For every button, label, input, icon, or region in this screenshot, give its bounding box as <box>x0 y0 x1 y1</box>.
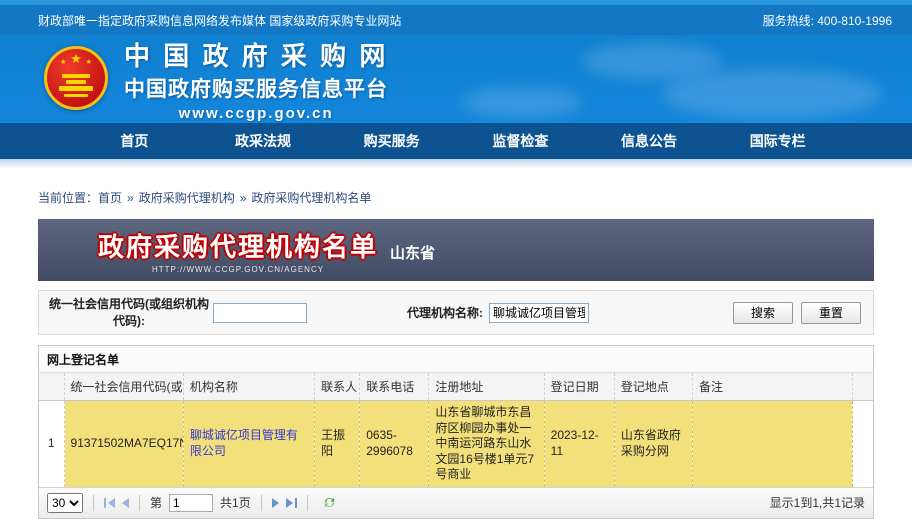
page-size-select[interactable]: 30 <box>47 493 83 513</box>
divider <box>307 495 308 511</box>
reset-button[interactable]: 重置 <box>801 302 861 324</box>
nav-item-supervision[interactable]: 监督检查 <box>456 131 585 151</box>
agency-table: 统一社会信用代码(或组织 机构名称 联系人 联系电话 注册地址 登记日期 登记地… <box>39 373 873 488</box>
cell-phone: 0635-2996078 <box>360 401 429 488</box>
col-contact: 联系人 <box>315 373 360 401</box>
main-nav: 首页 政采法规 购买服务 监督检查 信息公告 国际专栏 <box>0 123 912 159</box>
col-reg-date: 登记日期 <box>544 373 614 401</box>
cloud-decoration <box>582 43 722 79</box>
breadcrumb-home[interactable]: 首页 <box>98 191 122 205</box>
search-button[interactable]: 搜索 <box>733 302 793 324</box>
emblem-star-icon: ★ <box>60 59 66 66</box>
last-page-button[interactable] <box>286 498 297 508</box>
breadcrumb-agency[interactable]: 政府采购代理机构 <box>139 191 235 205</box>
refresh-icon <box>322 495 337 510</box>
col-agency-name: 机构名称 <box>183 373 314 401</box>
banner-region: 山东省 <box>390 242 435 263</box>
breadcrumb-separator: » <box>240 191 247 205</box>
emblem-star-icon: ★ <box>86 59 92 66</box>
col-address: 注册地址 <box>429 373 544 401</box>
site-titles: 中 国 政 府 采 购 网 中国政府购买服务信息平台 www.ccgp.gov.… <box>124 42 388 122</box>
prev-page-icon <box>122 498 129 508</box>
next-page-button[interactable] <box>272 498 279 508</box>
cloud-decoration <box>662 69 882 119</box>
nav-item-announcements[interactable]: 信息公告 <box>585 131 714 151</box>
site-title: 中 国 政 府 采 购 网 <box>124 42 388 71</box>
prev-page-button[interactable] <box>122 498 129 508</box>
page-prefix-label: 第 <box>150 494 162 511</box>
site-header: ★ ★ ★ 中 国 政 府 采 购 网 中国政府购买服务信息平台 www.ccg… <box>0 35 912 123</box>
emblem-gate-shape <box>62 74 90 78</box>
page-number-input[interactable] <box>169 494 213 512</box>
breadcrumb-separator: » <box>127 191 134 205</box>
agency-name-link[interactable]: 聊城诚亿项目管理有限公司 <box>190 428 298 458</box>
next-page-icon <box>272 498 279 508</box>
last-page-icon <box>286 498 293 508</box>
topbar: 财政部唯一指定政府采购信息网络发布媒体 国家级政府采购专业网站 服务热线: 40… <box>0 5 912 35</box>
col-index <box>39 373 64 401</box>
banner-title-block: 政府采购代理机构名单 HTTP://WWW.CCGP.GOV.CN/AGENCY <box>98 227 378 274</box>
banner-url: HTTP://WWW.CCGP.GOV.CN/AGENCY <box>152 265 324 274</box>
agency-name-input[interactable] <box>489 303 589 323</box>
col-phone: 联系电话 <box>360 373 429 401</box>
total-pages-label: 共1页 <box>220 494 251 511</box>
topbar-slogan: 财政部唯一指定政府采购信息网络发布媒体 国家级政府采购专业网站 <box>38 12 401 29</box>
col-remark: 备注 <box>693 373 853 401</box>
nav-item-purchase-services[interactable]: 购买服务 <box>327 131 456 151</box>
cell-address: 山东省聊城市东昌府区柳园办事处一中南运河路东山水文园16号楼1单元7号商业 <box>429 401 544 488</box>
cloud-decoration <box>462 87 582 117</box>
first-page-icon <box>104 498 106 508</box>
cell-contact: 王振阳 <box>315 401 360 488</box>
divider <box>139 495 140 511</box>
nav-item-international[interactable]: 国际专栏 <box>713 131 842 151</box>
site-subtitle: 中国政府购买服务信息平台 <box>124 73 388 103</box>
page-banner: 政府采购代理机构名单 HTTP://WWW.CCGP.GOV.CN/AGENCY… <box>38 219 874 281</box>
agency-name-label: 代理机构名称: <box>407 304 483 321</box>
nav-item-regulations[interactable]: 政采法规 <box>199 131 328 151</box>
emblem-gate-shape <box>66 80 86 84</box>
col-spacer <box>853 373 873 401</box>
cell-reg-site: 山东省政府采购分网 <box>614 401 692 488</box>
emblem-gate-shape <box>59 86 93 91</box>
results-panel: 网上登记名单 统一社会信用代码(或组织 机构名称 联系人 联系电话 注册地址 登… <box>38 345 874 519</box>
cell-remark <box>693 401 853 488</box>
emblem-gate-shape <box>64 94 88 97</box>
search-buttons: 搜索 重置 <box>733 302 861 324</box>
nav-bottom-gradient <box>0 159 912 169</box>
service-hotline: 服务热线: 400-810-1996 <box>763 12 892 29</box>
cell-credit-code: 91371502MA7EQ17NXK <box>64 401 183 488</box>
col-reg-site: 登记地点 <box>614 373 692 401</box>
records-summary: 显示1到1,共1记录 <box>770 494 865 511</box>
first-page-button[interactable] <box>104 498 115 508</box>
table-title: 网上登记名单 <box>39 346 873 373</box>
refresh-button[interactable] <box>322 495 337 510</box>
divider <box>93 495 94 511</box>
divider <box>261 495 262 511</box>
emblem-star-icon: ★ <box>70 52 82 65</box>
site-url: www.ccgp.gov.cn <box>124 105 388 122</box>
banner-title: 政府采购代理机构名单 <box>98 227 378 264</box>
cell-reg-date: 2023-12-11 <box>544 401 614 488</box>
credit-code-label: 统一社会信用代码(或组织机构代码): <box>49 296 209 328</box>
china-national-emblem-icon: ★ ★ ★ <box>44 46 108 110</box>
cell-index: 1 <box>39 401 64 488</box>
first-page-icon <box>108 498 115 508</box>
nav-item-home[interactable]: 首页 <box>70 131 199 151</box>
pagination-bar: 30 第 共1页 显示1到1,共1记录 <box>39 488 873 518</box>
search-panel: 统一社会信用代码(或组织机构代码): 代理机构名称: 搜索 重置 <box>38 290 874 335</box>
col-credit-code: 统一社会信用代码(或组织 <box>64 373 183 401</box>
breadcrumb-prefix: 当前位置： <box>38 191 98 205</box>
breadcrumb-current: 政府采购代理机构名单 <box>251 191 371 205</box>
cell-spacer <box>853 401 873 488</box>
table-row: 1 91371502MA7EQ17NXK 聊城诚亿项目管理有限公司 王振阳 06… <box>39 401 873 488</box>
breadcrumb: 当前位置：首页 » 政府采购代理机构 » 政府采购代理机构名单 <box>38 189 912 206</box>
cell-agency-name: 聊城诚亿项目管理有限公司 <box>183 401 314 488</box>
table-header-row: 统一社会信用代码(或组织 机构名称 联系人 联系电话 注册地址 登记日期 登记地… <box>39 373 873 401</box>
last-page-icon <box>295 498 297 508</box>
credit-code-input[interactable] <box>213 303 307 323</box>
